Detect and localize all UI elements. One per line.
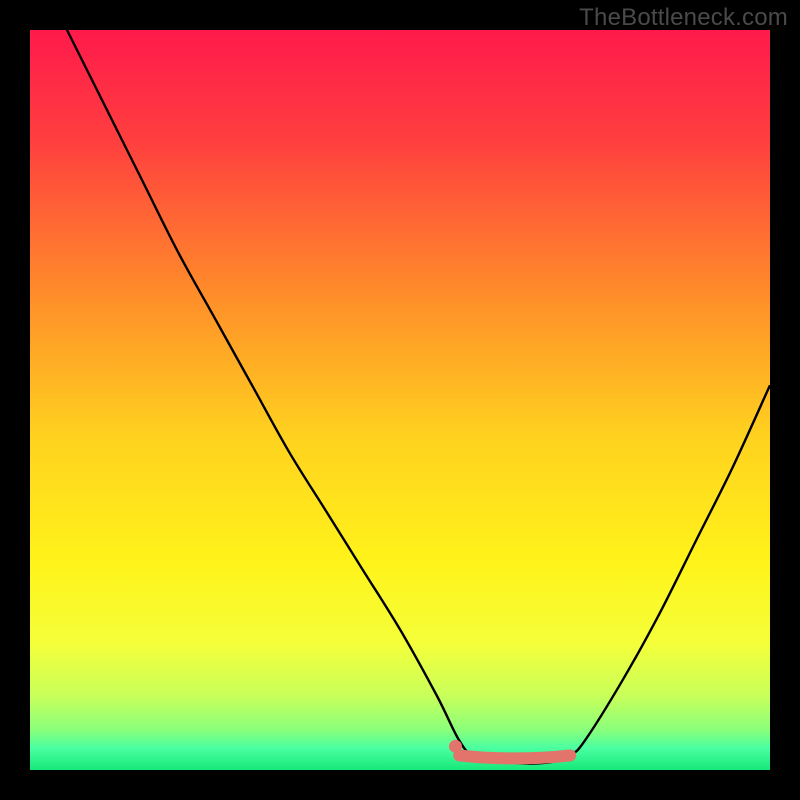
marker-dot [449, 740, 462, 753]
chart-svg [30, 30, 770, 770]
chart-frame: TheBottleneck.com [0, 0, 800, 800]
marker-band [459, 755, 570, 758]
plot-area [30, 30, 770, 770]
watermark-text: TheBottleneck.com [579, 4, 788, 32]
gradient-background [30, 30, 770, 770]
